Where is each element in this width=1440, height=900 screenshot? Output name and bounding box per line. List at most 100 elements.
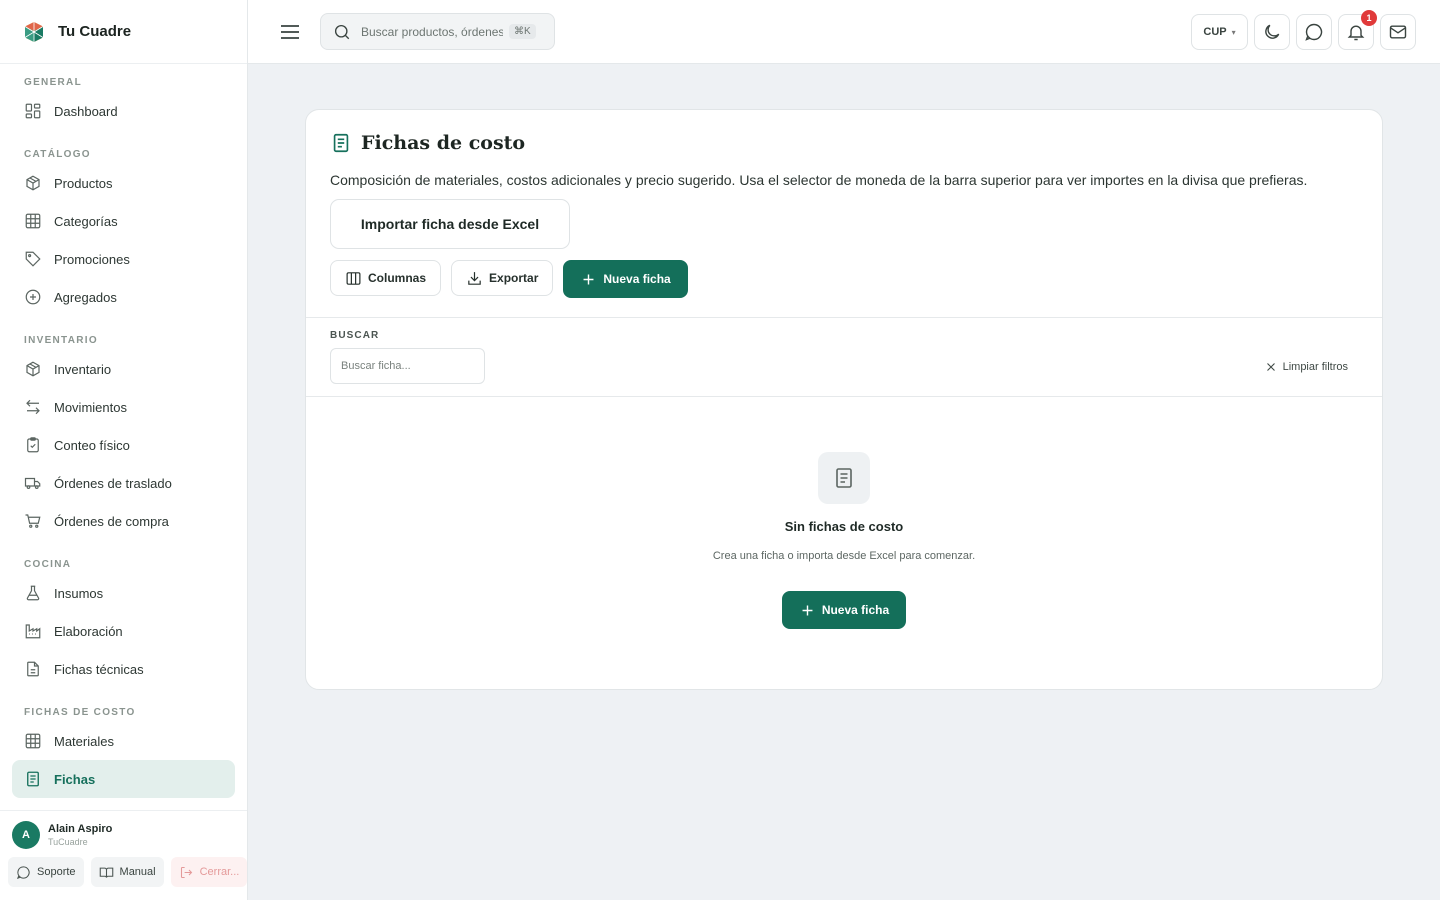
sidebar-item-materiales[interactable]: Materiales: [12, 722, 235, 760]
grid-icon: [25, 733, 41, 749]
topbar-actions: CUP ▾ 1: [1191, 10, 1416, 50]
truck-icon: [24, 477, 41, 490]
sidebar-item-fichas-tecnicas[interactable]: Fichas técnicas: [12, 650, 235, 688]
manual-button[interactable]: Manual: [90, 857, 164, 887]
tag-icon: [25, 251, 41, 267]
sidebar-item-label: Dashboard: [54, 103, 118, 119]
sidebar-item-inventario[interactable]: Inventario: [12, 350, 235, 388]
clear-filters-label: Limpiar filtros: [1282, 361, 1348, 373]
section-title-general: GENERAL: [24, 77, 82, 88]
empty-new-sheet-button[interactable]: Nueva ficha: [781, 591, 907, 629]
notification-badge: 1: [1361, 10, 1377, 26]
download-icon: [468, 271, 481, 285]
chat-icon: [16, 865, 30, 879]
cost-sheets-card: Fichas de costo Composición de materiale…: [305, 109, 1383, 690]
filter-label: BUSCAR: [330, 330, 380, 341]
support-button[interactable]: Soporte: [8, 857, 84, 887]
divider: [306, 396, 1382, 397]
plus-icon: [802, 605, 813, 615]
user-profile[interactable]: A Alain Aspiro TuCuadre: [0, 811, 247, 849]
currency-value: CUP: [1203, 26, 1227, 38]
sidebar-item-label: Fichas: [54, 771, 96, 787]
manual-label: Manual: [119, 866, 156, 878]
sidebar-item-label: Fichas técnicas: [54, 661, 144, 677]
plus-circle-icon: [25, 289, 41, 305]
import-excel-button[interactable]: Importar ficha desde Excel: [330, 199, 570, 249]
sidebar-item-label: Materiales: [54, 733, 114, 749]
arrows-icon: [26, 399, 40, 415]
sidebar-item-categorias[interactable]: Categorías: [12, 202, 235, 240]
moon-icon: [1265, 24, 1280, 39]
sidebar-item-agregados[interactable]: Agregados: [12, 278, 235, 316]
new-sheet-label: Nueva ficha: [603, 272, 671, 286]
box-icon: [26, 361, 40, 377]
messages-button[interactable]: [1296, 14, 1332, 50]
sidebar-item-label: Productos: [54, 175, 113, 191]
sidebar-item-label: Categorías: [54, 213, 118, 229]
logout-button[interactable]: Cerrar...: [170, 857, 248, 887]
currency-selector[interactable]: CUP ▾: [1191, 14, 1248, 50]
sidebar-item-insumos[interactable]: Insumos: [12, 574, 235, 612]
sidebar-item-ordenes-compra[interactable]: Órdenes de compra: [12, 502, 235, 540]
empty-state-subtitle: Crea una ficha o importa desde Excel par…: [712, 550, 976, 562]
global-search[interactable]: ⌘K: [320, 13, 555, 50]
user-actions: Soporte Manual Cerrar...: [0, 849, 248, 887]
sidebar-item-productos[interactable]: Productos: [12, 164, 235, 202]
sidebar-item-label: Agregados: [54, 289, 117, 305]
dashboard-icon: [25, 103, 41, 119]
sidebar-item-label: Inventario: [54, 361, 112, 377]
notifications-button[interactable]: 1: [1338, 10, 1377, 50]
factory-icon: [25, 624, 41, 639]
export-label: Exportar: [489, 271, 539, 285]
sidebar-item-ordenes-traslado[interactable]: Órdenes de traslado: [12, 464, 235, 502]
page-description: Composición de materiales, costos adicio…: [330, 172, 1308, 188]
logout-label: Cerrar...: [199, 866, 240, 878]
section-title-inventario: INVENTARIO: [24, 335, 98, 346]
mail-button[interactable]: [1380, 14, 1416, 50]
receipt-icon: [333, 133, 349, 153]
receipt-icon: [27, 771, 39, 787]
sheet-search-input[interactable]: [330, 348, 485, 384]
user-area: A Alain Aspiro TuCuadre Soporte Manual C…: [0, 810, 248, 900]
brand[interactable]: Tu Cuadre: [0, 0, 247, 64]
flask-icon: [26, 585, 40, 601]
chat-icon: [1305, 23, 1323, 41]
sidebar-item-label: Conteo físico: [54, 437, 130, 453]
columns-button[interactable]: Columnas: [330, 260, 442, 296]
logo-icon: [24, 21, 44, 42]
box-icon: [26, 175, 40, 191]
sidebar-item-elaboracion[interactable]: Elaboración: [12, 612, 235, 650]
sidebar-nav: GENERAL Dashboard CATÁLOGO Productos Cat…: [0, 64, 247, 798]
menu-icon[interactable]: [278, 20, 302, 44]
section-title-cocina: COCINA: [24, 559, 72, 570]
clear-filters-button[interactable]: Limpiar filtros: [1265, 361, 1348, 373]
new-sheet-button[interactable]: Nueva ficha: [563, 260, 688, 298]
sidebar-item-fichas[interactable]: Fichas: [12, 760, 235, 798]
grid-icon: [25, 213, 41, 229]
search-icon: [334, 24, 350, 39]
section-title-fichas-costo: FICHAS DE COSTO: [24, 707, 136, 718]
columns-icon: [346, 271, 361, 285]
sidebar-item-label: Promociones: [54, 251, 130, 267]
sidebar-item-label: Elaboración: [54, 623, 123, 639]
sidebar-item-conteo-fisico[interactable]: Conteo físico: [12, 426, 235, 464]
book-icon: [99, 867, 113, 878]
page-title: Fichas de costo: [361, 132, 526, 154]
shortcut-hint: ⌘K: [509, 24, 536, 39]
file-text-icon: [27, 661, 39, 677]
theme-toggle-button[interactable]: [1254, 14, 1290, 50]
columns-label: Columnas: [368, 271, 427, 285]
support-label: Soporte: [37, 866, 76, 878]
toolbar: Columnas Exportar Nueva ficha: [330, 260, 1358, 298]
sidebar-item-movimientos[interactable]: Movimientos: [12, 388, 235, 426]
search-input[interactable]: [361, 24, 503, 39]
sidebar-item-dashboard[interactable]: Dashboard: [12, 92, 235, 130]
export-button[interactable]: Exportar: [451, 260, 554, 296]
mail-icon: [1389, 25, 1407, 39]
empty-state: Sin fichas de costo Crea una ficha o imp…: [306, 452, 1382, 629]
empty-state-title: Sin fichas de costo: [784, 519, 904, 534]
card-header: Fichas de costo Composición de materiale…: [306, 110, 1382, 298]
sidebar-item-promociones[interactable]: Promociones: [12, 240, 235, 278]
receipt-icon: [836, 468, 852, 488]
clipboard-check-icon: [27, 437, 39, 453]
